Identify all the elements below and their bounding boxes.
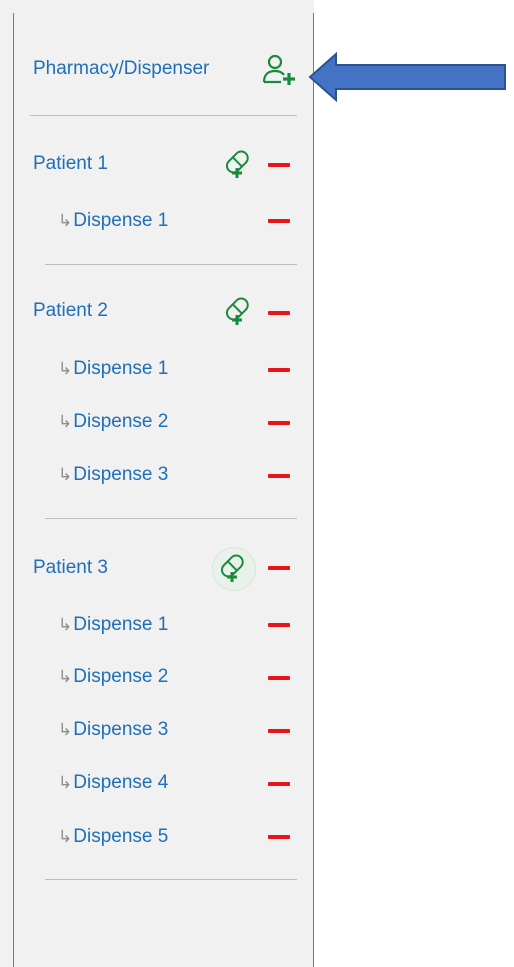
patient-2-link[interactable]: Patient 2 (33, 300, 108, 322)
sub-item-arrow-icon: ↳ (58, 720, 73, 739)
pharmacy-dispenser-link[interactable]: Pharmacy/Dispenser (33, 58, 209, 80)
patient-3-link[interactable]: Patient 3 (33, 557, 108, 579)
add-pill-icon[interactable] (222, 293, 256, 334)
remove-dispense-button[interactable] (268, 219, 290, 223)
remove-dispense-button[interactable] (268, 474, 290, 478)
remove-dispense-button[interactable] (268, 835, 290, 839)
patient-3-dispense-5-link[interactable]: ↳Dispense 5 (58, 826, 168, 848)
sub-item-arrow-icon: ↳ (58, 359, 73, 378)
patient-3-dispense-1-link[interactable]: ↳Dispense 1 (58, 614, 168, 636)
divider (30, 115, 297, 116)
sub-item-arrow-icon: ↳ (58, 412, 73, 431)
sub-item-arrow-icon: ↳ (58, 773, 73, 792)
panel-left-border (13, 13, 14, 967)
sub-item-arrow-icon: ↳ (58, 465, 73, 484)
person-plus-icon[interactable] (261, 52, 299, 93)
side-panel: Pharmacy/Dispenser Patient 1 ↳Dispense 1… (0, 0, 314, 967)
sub-item-arrow-icon: ↳ (58, 211, 73, 230)
remove-dispense-button[interactable] (268, 368, 290, 372)
sub-item-arrow-icon: ↳ (58, 667, 73, 686)
remove-dispense-button[interactable] (268, 782, 290, 786)
patient-2-dispense-1-link[interactable]: ↳Dispense 1 (58, 358, 168, 380)
remove-dispense-button[interactable] (268, 729, 290, 733)
callout-arrow-icon (308, 52, 506, 102)
divider (45, 879, 297, 880)
panel-right-border (313, 13, 314, 967)
divider (45, 518, 297, 519)
patient-1-dispense-1-link[interactable]: ↳Dispense 1 (58, 210, 168, 232)
remove-patient-2-button[interactable] (268, 311, 290, 315)
sub-item-arrow-icon: ↳ (58, 827, 73, 846)
patient-2-dispense-2-link[interactable]: ↳Dispense 2 (58, 411, 168, 433)
patient-3-dispense-3-link[interactable]: ↳Dispense 3 (58, 719, 168, 741)
patient-3-dispense-2-link[interactable]: ↳Dispense 2 (58, 666, 168, 688)
remove-dispense-button[interactable] (268, 421, 290, 425)
add-pill-icon[interactable] (222, 146, 256, 187)
patient-1-link[interactable]: Patient 1 (33, 153, 108, 175)
remove-patient-3-button[interactable] (268, 566, 290, 570)
remove-dispense-button[interactable] (268, 623, 290, 627)
add-pill-icon[interactable] (217, 550, 251, 591)
sub-item-arrow-icon: ↳ (58, 615, 73, 634)
remove-patient-1-button[interactable] (268, 163, 290, 167)
remove-dispense-button[interactable] (268, 676, 290, 680)
patient-2-dispense-3-link[interactable]: ↳Dispense 3 (58, 464, 168, 486)
divider (45, 264, 297, 265)
patient-3-dispense-4-link[interactable]: ↳Dispense 4 (58, 772, 168, 794)
